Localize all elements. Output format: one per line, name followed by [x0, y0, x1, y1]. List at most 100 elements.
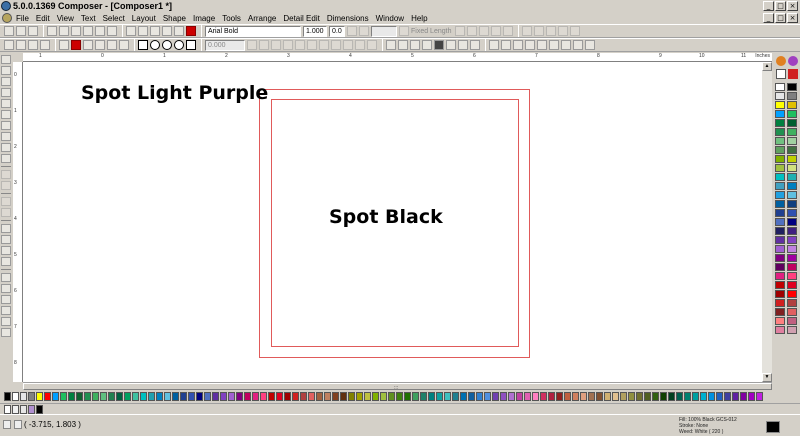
color-swatch[interactable] — [612, 392, 619, 401]
palette-spot-icon[interactable] — [788, 56, 798, 66]
color-swatch[interactable] — [180, 392, 187, 401]
print-cut-icon[interactable] — [28, 40, 38, 50]
color-swatch[interactable] — [716, 392, 723, 401]
color-swatch[interactable] — [652, 392, 659, 401]
rectangle-tool-icon[interactable] — [138, 40, 148, 50]
color-swatch[interactable] — [52, 392, 59, 401]
color-swatch[interactable] — [412, 392, 419, 401]
polygon-tool-icon[interactable] — [186, 40, 196, 50]
color-swatch[interactable] — [92, 392, 99, 401]
color-swatch[interactable] — [556, 392, 563, 401]
front-icon[interactable] — [561, 40, 571, 50]
rotate-icon[interactable] — [525, 40, 535, 50]
color-swatch[interactable] — [188, 392, 195, 401]
print-icon[interactable] — [126, 26, 136, 36]
redo-icon[interactable] — [95, 26, 105, 36]
align-right-icon[interactable] — [479, 26, 490, 36]
color-swatch[interactable] — [260, 392, 267, 401]
lock-icon[interactable] — [585, 40, 595, 50]
color-swatch[interactable] — [532, 392, 539, 401]
fill-tool-icon[interactable] — [1, 154, 11, 163]
size-icon[interactable] — [537, 40, 547, 50]
color-swatch[interactable] — [676, 392, 683, 401]
grid-icon[interactable] — [40, 40, 50, 50]
align-icon[interactable] — [489, 40, 499, 50]
color-swatch[interactable] — [4, 392, 11, 401]
menu-text[interactable]: Text — [81, 14, 96, 23]
color-swatch[interactable] — [596, 392, 603, 401]
eraser-icon[interactable] — [119, 40, 129, 50]
design-center-icon[interactable] — [16, 40, 26, 50]
color-swatch[interactable] — [775, 290, 785, 298]
open-icon[interactable] — [16, 26, 26, 36]
color-swatch[interactable] — [300, 392, 307, 401]
pen-tool-icon[interactable] — [1, 77, 11, 86]
scan-icon[interactable] — [162, 26, 172, 36]
color-swatch[interactable] — [668, 392, 675, 401]
color-swatch[interactable] — [748, 392, 755, 401]
color-swatch[interactable] — [388, 392, 395, 401]
stroke-width-field[interactable]: 0.000 — [205, 39, 245, 51]
color-swatch[interactable] — [660, 392, 667, 401]
color-swatch[interactable] — [68, 392, 75, 401]
outline-icon[interactable] — [446, 40, 456, 50]
distribute-icon[interactable] — [501, 40, 511, 50]
color-swatch[interactable] — [787, 308, 797, 316]
color-swatch[interactable] — [775, 254, 785, 262]
color-swatch[interactable] — [775, 137, 785, 145]
color-swatch[interactable] — [212, 392, 219, 401]
menu-detail-edit[interactable]: Detail Edit — [283, 14, 319, 23]
color-swatch[interactable] — [787, 281, 797, 289]
color-swatch[interactable] — [775, 209, 785, 217]
color-swatch[interactable] — [484, 392, 491, 401]
corner-icon[interactable] — [295, 40, 305, 50]
color-swatch[interactable] — [787, 173, 797, 181]
color-swatch[interactable] — [775, 263, 785, 271]
snap-icon[interactable] — [3, 420, 11, 429]
warp-tool-icon[interactable] — [1, 197, 11, 206]
scroll-down-arrow-icon[interactable]: ▼ — [762, 373, 772, 382]
arc-edit-icon[interactable] — [283, 40, 293, 50]
group-icon[interactable] — [386, 40, 396, 50]
color-swatch[interactable] — [775, 245, 785, 253]
color-swatch[interactable] — [787, 272, 797, 280]
color-swatch[interactable] — [548, 392, 555, 401]
menu-view[interactable]: View — [57, 14, 74, 23]
select-tool-icon[interactable] — [1, 66, 11, 75]
menu-dimensions[interactable]: Dimensions — [327, 14, 369, 23]
menu-layout[interactable]: Layout — [132, 14, 156, 23]
delete-icon[interactable] — [107, 26, 117, 36]
color-swatch[interactable] — [692, 392, 699, 401]
add-node-icon[interactable] — [343, 40, 353, 50]
color-swatch[interactable] — [36, 392, 43, 401]
ellipse-tool-icon[interactable] — [150, 40, 160, 50]
menu-file[interactable]: File — [16, 14, 29, 23]
restore-button[interactable]: □ — [775, 1, 786, 11]
document-menu-icon[interactable] — [2, 13, 12, 23]
color-swatch[interactable] — [787, 146, 797, 154]
color-swatch[interactable] — [740, 392, 747, 401]
color-swatch[interactable] — [444, 392, 451, 401]
fixed-length-checkbox[interactable] — [399, 26, 409, 36]
color-swatch[interactable] — [324, 392, 331, 401]
image-tool-icon[interactable] — [1, 88, 11, 97]
color-swatch[interactable] — [787, 164, 797, 172]
color-swatch[interactable] — [372, 392, 379, 401]
color-swatch[interactable] — [775, 191, 785, 199]
close-path-icon[interactable] — [367, 40, 377, 50]
color-swatch[interactable] — [540, 392, 547, 401]
color-swatch[interactable] — [436, 392, 443, 401]
color-swatch[interactable] — [76, 392, 83, 401]
color-swatch[interactable] — [775, 146, 785, 154]
color-swatch[interactable] — [775, 92, 785, 100]
color-swatch[interactable] — [787, 83, 797, 91]
color-swatch[interactable] — [468, 392, 475, 401]
color-swatch[interactable] — [100, 392, 107, 401]
color-swatch[interactable] — [364, 392, 371, 401]
doc-restore-button[interactable]: □ — [775, 13, 786, 23]
spot-light-purple-text[interactable]: Spot Light Purple — [81, 82, 268, 104]
color-swatch[interactable] — [787, 290, 797, 298]
combine-icon[interactable] — [410, 40, 420, 50]
color-swatch[interactable] — [396, 392, 403, 401]
doc-minimize-button[interactable]: _ — [763, 13, 774, 23]
